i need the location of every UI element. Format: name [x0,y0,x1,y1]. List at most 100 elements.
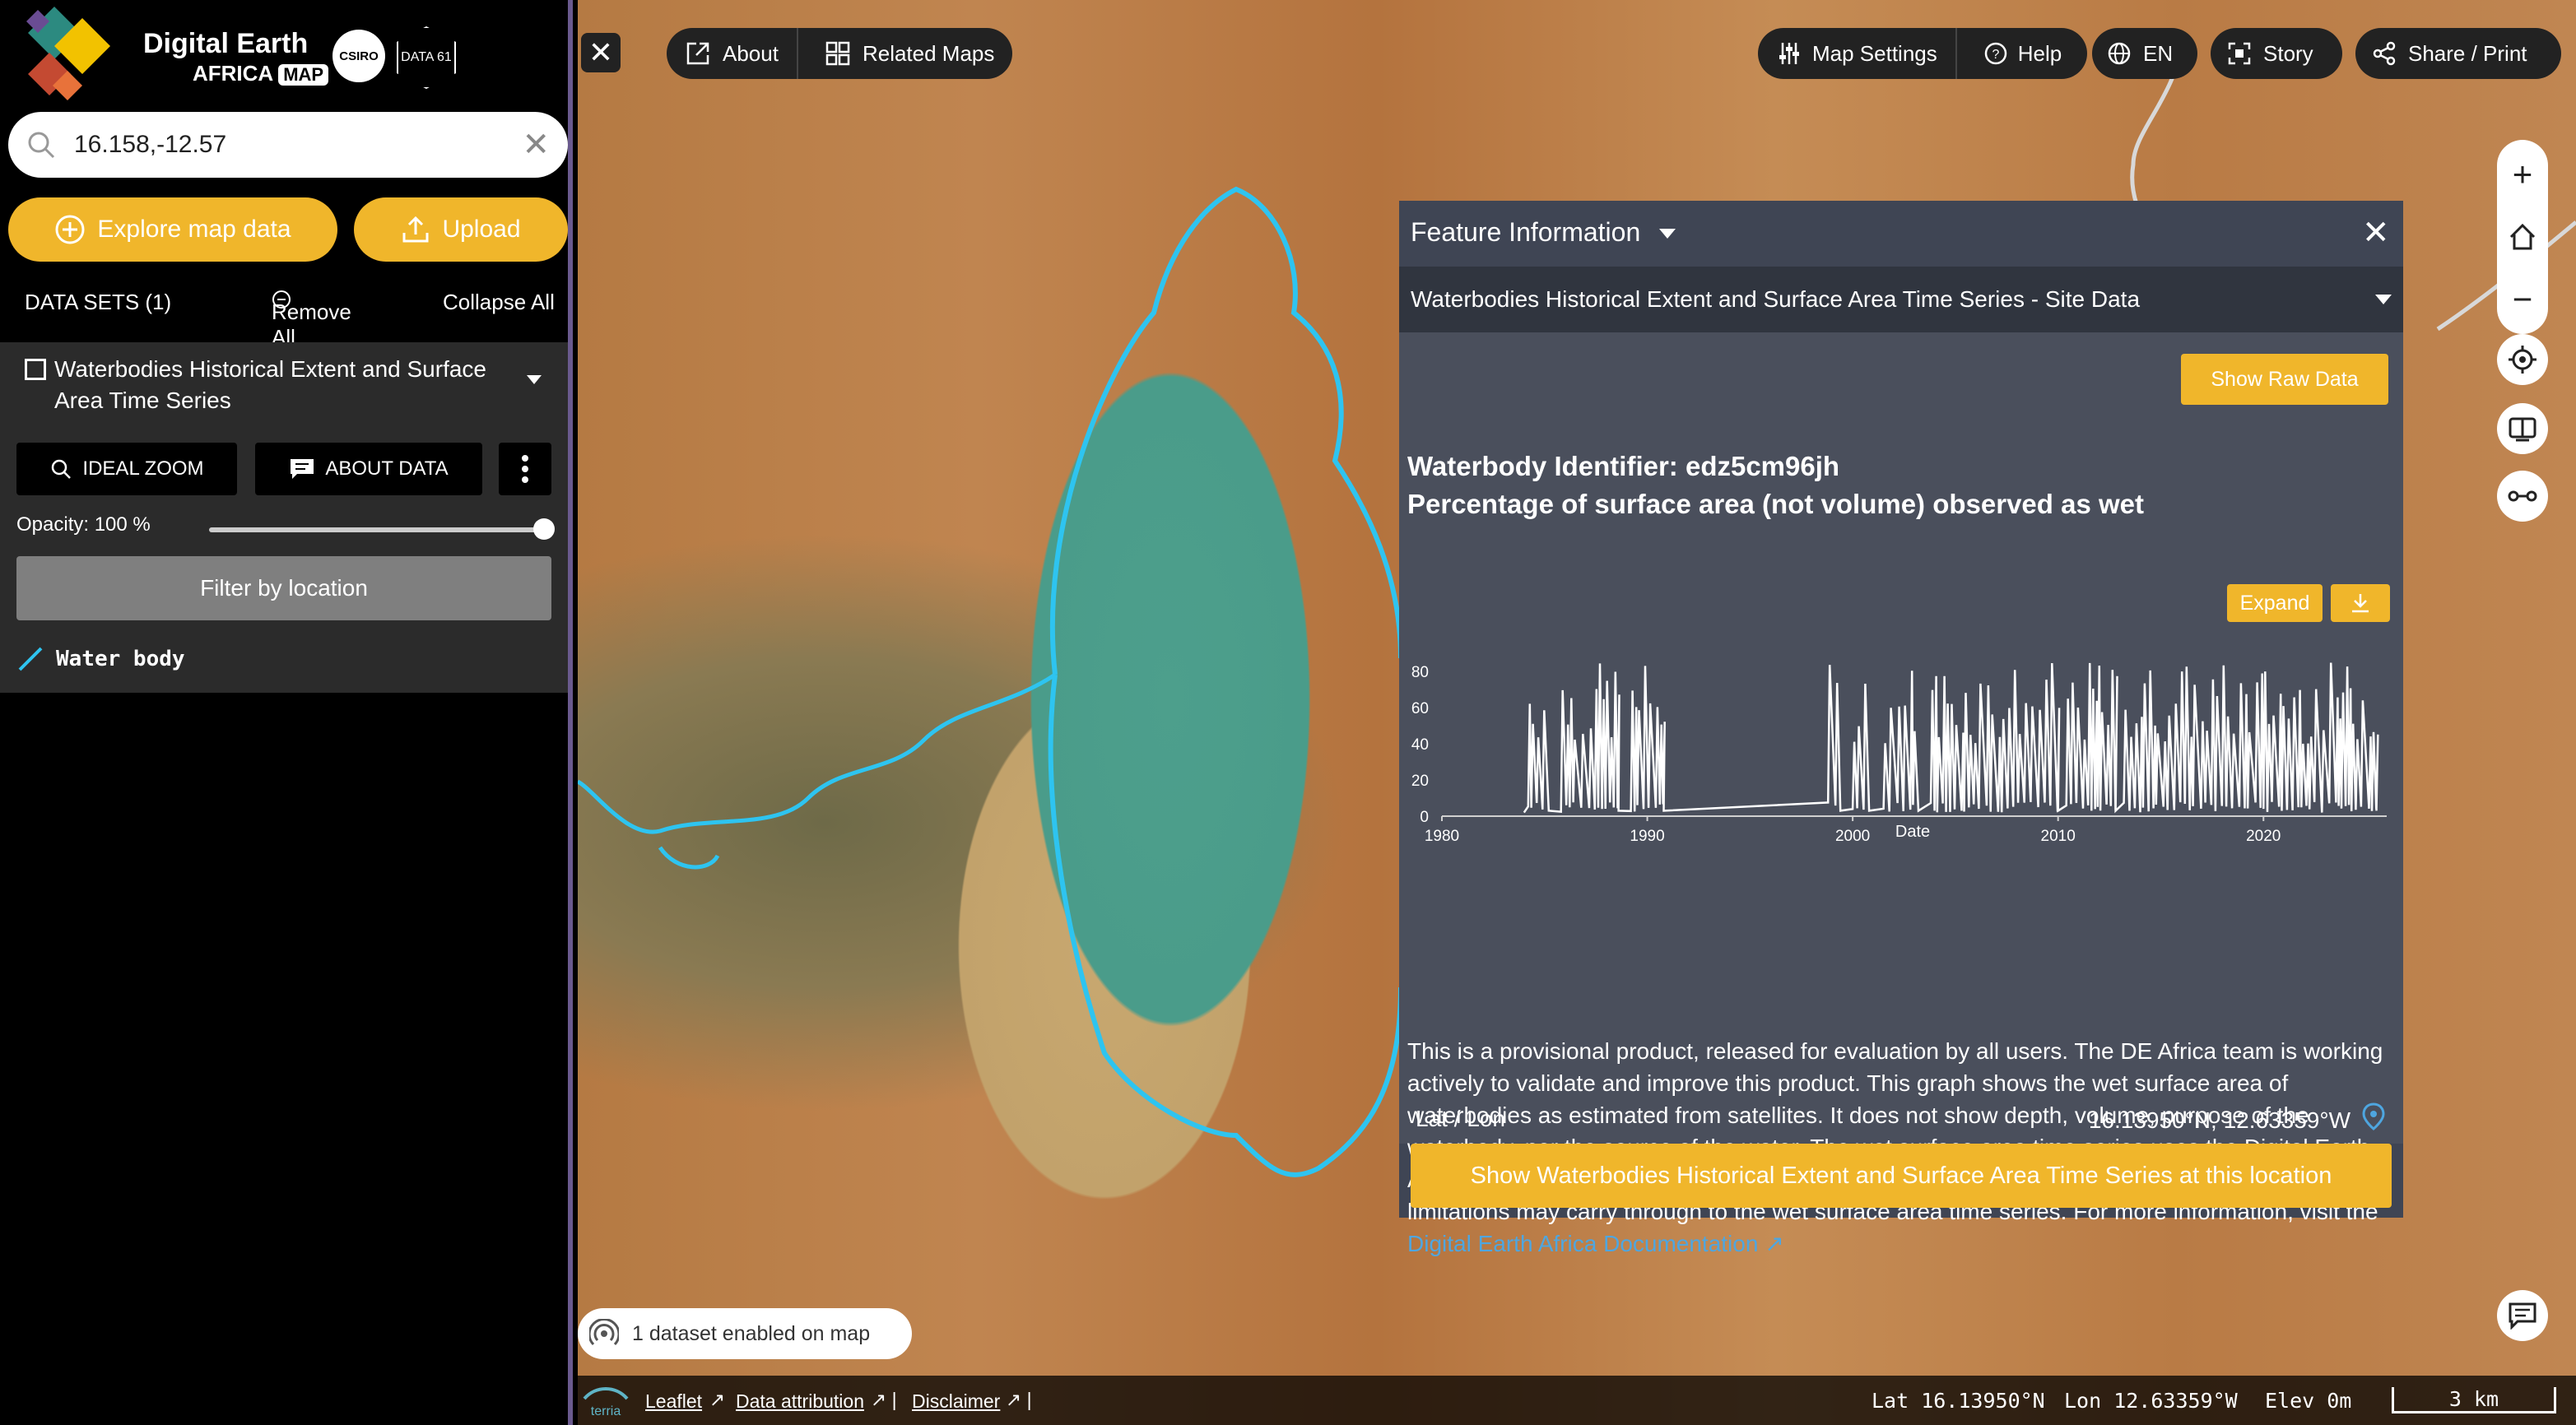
data-attribution-link[interactable]: Data attribution [736,1390,864,1413]
opacity-label: Opacity: 100 % [16,513,151,536]
search-icon [28,132,55,159]
documentation-link-label: Digital Earth Africa Documentation [1407,1231,1759,1256]
waterbody-identifier: Waterbody Identifier: edz5cm96jh [1407,451,1840,481]
data61-logo: DATA 61 [397,26,456,89]
my-location-button[interactable] [2497,334,2548,385]
story-button[interactable]: Story [2211,28,2342,79]
ideal-zoom-button[interactable]: IDEAL ZOOM [16,443,237,495]
dataset-caret-icon [2375,295,2392,304]
svg-text:?: ? [1992,48,1999,62]
measure-button[interactable] [2497,471,2548,522]
location-search: ✕ [8,112,568,178]
brand-subtitle-text: AFRICA [193,61,274,86]
download-icon [2352,594,2369,613]
leaflet-external-icon: ↗ [709,1389,726,1410]
clear-search-icon[interactable]: ✕ [522,127,550,163]
expand-chart-button[interactable]: Expand [2227,584,2323,622]
remove-all-button[interactable]: Remove All [272,290,351,350]
search-input[interactable] [74,123,502,166]
feature-dataset-title: Waterbodies Historical Extent and Surfac… [1411,286,2141,312]
collapse-all-button[interactable]: Collapse All [443,290,555,315]
signal-icon [589,1319,619,1346]
measure-icon [2508,490,2537,502]
globe-icon [2108,42,2131,65]
chart-description: Percentage of surface area (not volume) … [1407,489,2144,519]
close-icon: ✕ [588,35,614,69]
chart-x-axis-label: Date [1895,823,1930,841]
chart-x-tick-label: 2010 [2041,828,2076,842]
download-chart-button[interactable] [2331,584,2390,622]
csiro-logo: CSIRO [332,30,385,82]
upload-button[interactable]: Upload [354,197,568,262]
kebab-menu-icon [522,455,528,483]
opacity-slider-handle[interactable] [533,518,555,540]
datasets-count: DATA SETS (1) [25,290,172,314]
sliders-icon [1779,43,1799,64]
scale-bar: 3 km [2392,1387,2556,1413]
explore-label: Explore map data [97,216,291,243]
feedback-button[interactable] [2497,1290,2548,1341]
ideal-zoom-label: IDEAL ZOOM [82,457,204,480]
map-settings-button[interactable]: Map Settings [1758,28,1957,79]
show-at-location-button[interactable]: Show Waterbodies Historical Extent and S… [1411,1144,2392,1208]
datasets-enabled-pill[interactable]: 1 dataset enabled on map [578,1308,912,1359]
about-label: About [723,40,779,66]
chart-series-line [1523,662,2379,814]
brand-logo[interactable]: Digital Earth AFRICA MAP CSIRO DATA 61 [21,7,456,105]
feature-information-panel: Feature Information ✕ Waterbodies Histor… [1399,201,2403,1256]
chart-x-tick-label: 1980 [1425,828,1459,842]
legend-label: Water body [56,647,185,671]
water-line-legend-icon [18,647,43,671]
deafrica-logo-icon [26,7,110,100]
close-sidebar-button[interactable]: ✕ [581,33,621,72]
zoom-in-icon[interactable]: + [2513,154,2533,195]
terria-logo-icon[interactable]: terria [581,1382,630,1420]
compare-button[interactable] [2497,403,2548,454]
lat-lon-value: 16.13950°N, 12.63359°W [2088,1107,2350,1133]
surface-area-chart[interactable]: 0 20 40 60 80 1980 1990 2000 2010 2020 Date [1399,645,2403,842]
documentation-link[interactable]: Digital Earth Africa Documentation ↗ [1407,1231,1784,1256]
zoom-out-icon[interactable]: − [2513,279,2533,320]
disclaimer-external-icon: ↗ | [1006,1389,1032,1410]
about-data-button[interactable]: ABOUT DATA [255,443,482,495]
brand-subtitle: AFRICA MAP [193,61,329,86]
close-feature-info-icon[interactable]: ✕ [2362,214,2390,252]
upload-label: Upload [442,216,521,243]
sidebar: Digital Earth AFRICAMAP CSIRO DATA 61 ✕ … [0,0,573,1425]
language-button[interactable]: EN [2092,28,2197,79]
feature-info-body: Show Raw Data Waterbody Identifier: edz5… [1399,332,2403,1256]
datasets-enabled-text: 1 dataset enabled on map [632,1321,871,1345]
about-button[interactable]: About [667,28,798,79]
disclaimer-link[interactable]: Disclaimer [912,1390,1000,1413]
location-pin-icon[interactable] [2362,1102,2385,1130]
dataset-visibility-checkbox[interactable] [25,359,46,380]
feature-info-header: Feature Information ✕ [1399,201,2403,267]
feature-info-title[interactable]: Feature Information [1411,217,1640,248]
explore-map-data-button[interactable]: Explore map data [8,197,337,262]
chart-x-tick-label: 2020 [2246,828,2281,842]
chart-y-tick-label: 40 [1411,736,1429,754]
share-label: Share / Print [2408,40,2527,66]
opacity-slider-track[interactable] [209,527,543,532]
filter-by-location-button[interactable]: Filter by location [16,556,551,620]
feature-dataset-row[interactable]: Waterbodies Historical Extent and Surfac… [1399,267,2403,332]
show-raw-data-button[interactable]: Show Raw Data [2181,354,2388,405]
chart-x-tick-label: 1990 [1630,828,1664,842]
related-maps-button[interactable]: Related Maps [810,28,1009,79]
cursor-elev: Elev 0m [2265,1389,2352,1413]
help-button[interactable]: ? Help [1969,28,2076,79]
external-link-icon: ↗ [1765,1231,1784,1256]
workbench-item-title[interactable]: Waterbodies Historical Extent and Surfac… [54,354,515,416]
help-icon: ? [1984,42,2006,65]
title-caret-icon[interactable] [1659,229,1676,239]
top-right-toolbar: Map Settings ? Help [1758,28,2087,79]
brand-tag: MAP [278,64,329,86]
share-print-button[interactable]: Share / Print [2355,28,2561,79]
chart-y-axis: 0 20 40 60 80 [1411,664,1429,826]
home-icon[interactable] [2508,222,2537,252]
brand-title: Digital Earth [143,28,309,59]
chevron-down-icon[interactable] [527,375,542,384]
more-options-button[interactable] [499,443,551,495]
leaflet-link[interactable]: Leaflet [645,1390,702,1413]
zoom-controls: + − [2497,140,2548,334]
